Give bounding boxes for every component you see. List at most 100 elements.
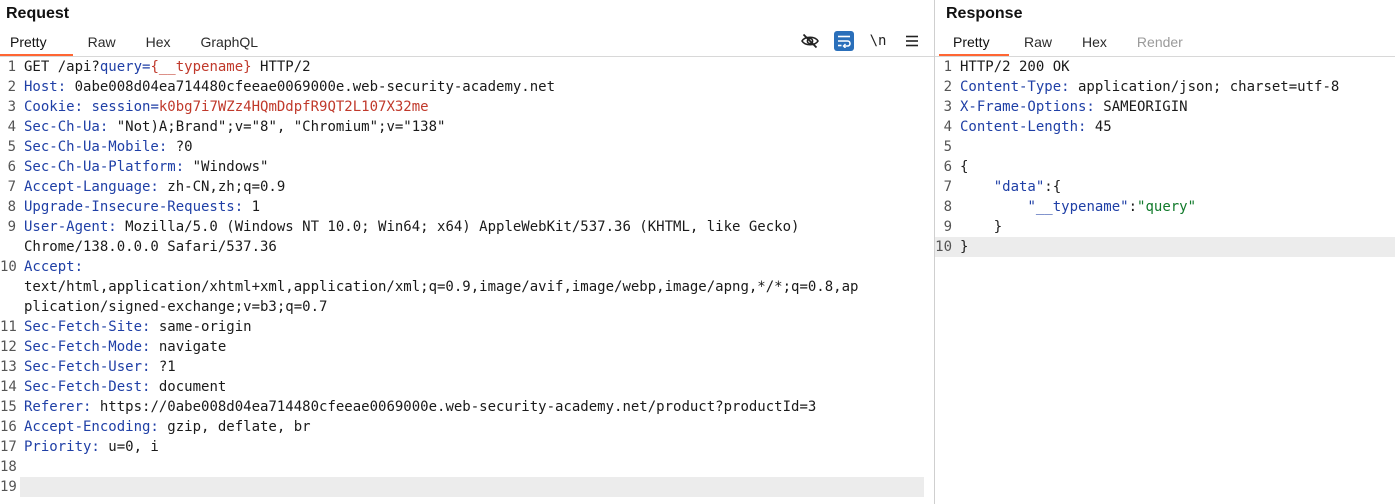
line-number: 8 <box>943 199 952 215</box>
response-tab-render[interactable]: Render <box>1122 28 1198 56</box>
eye-slash-icon[interactable] <box>800 31 820 51</box>
header-key: Accept: <box>24 259 84 275</box>
header-value: text/html,application/xhtml+xml,applicat… <box>24 279 859 295</box>
http-version: HTTP/2 <box>251 59 311 75</box>
json-brace: } <box>960 219 1003 235</box>
request-line: 7 Accept-Language: zh-CN,zh;q=0.9 <box>0 177 934 197</box>
json-key: "__typename" <box>1027 199 1129 215</box>
response-line: 5 <box>935 137 1395 157</box>
header-value: u=0, i <box>99 439 159 455</box>
line-number: 3 <box>7 99 16 115</box>
header-key: Host: <box>24 79 67 95</box>
header-key: Accept-Encoding: <box>24 419 159 435</box>
header-value: navigate <box>150 339 227 355</box>
response-tab-raw[interactable]: Raw <box>1009 28 1067 56</box>
header-value-continued: Chrome/138.0.0.0 Safari/537.36 <box>24 239 277 255</box>
line-number: 5 <box>943 139 952 155</box>
request-panel: Request Pretty Raw Hex GraphQL \n 1 GET … <box>0 0 935 504</box>
line-number: 9 <box>7 219 16 235</box>
line-number: 14 <box>0 379 17 395</box>
request-line: 17 Priority: u=0, i <box>0 437 934 457</box>
query-param-value: {__typename} <box>150 59 252 75</box>
hamburger-menu-icon[interactable] <box>902 31 922 51</box>
response-title: Response <box>946 5 1023 22</box>
request-tab-graphql[interactable]: GraphQL <box>186 28 274 56</box>
json-brace: { <box>960 159 969 175</box>
response-line: 7 "data":{ <box>935 177 1395 197</box>
request-editor[interactable]: 1 GET /api?query={__typename} HTTP/2 2 H… <box>0 57 934 504</box>
line-number: 5 <box>7 139 16 155</box>
request-toolbar: \n <box>800 30 922 52</box>
header-value: document <box>150 379 227 395</box>
request-line: 15 Referer: https://0abe008d04ea714480cf… <box>0 397 934 417</box>
request-line: 16 Accept-Encoding: gzip, deflate, br <box>0 417 934 437</box>
header-key: Sec-Ch-Ua: <box>24 119 109 135</box>
response-line: 6 { <box>935 157 1395 177</box>
line-number: 18 <box>0 459 17 475</box>
response-line: 9 } <box>935 217 1395 237</box>
header-key: Referer: <box>24 399 92 415</box>
request-tab-pretty[interactable]: Pretty <box>0 28 73 56</box>
line-number: 13 <box>0 359 17 375</box>
request-line: 11 Sec-Fetch-Site: same-origin <box>0 317 934 337</box>
header-key: Sec-Fetch-Mode: <box>24 339 151 355</box>
request-line-continuation: text/html,application/xhtml+xml,applicat… <box>0 277 934 297</box>
burp-repeater-view: Request Pretty Raw Hex GraphQL \n 1 GET … <box>0 0 1395 504</box>
line-number: 8 <box>7 199 16 215</box>
request-line: 18 <box>0 457 934 477</box>
header-value: zh-CN,zh;q=0.9 <box>158 179 286 195</box>
header-value: "Windows" <box>184 159 269 175</box>
header-key: Content-Length: <box>960 119 1087 135</box>
line-number: 1 <box>7 59 16 75</box>
line-number: 15 <box>0 399 17 415</box>
request-line: 13 Sec-Fetch-User: ?1 <box>0 357 934 377</box>
line-number: 2 <box>7 79 16 95</box>
response-tabbar: Pretty Raw Hex Render <box>935 28 1395 57</box>
line-number: 11 <box>0 319 17 335</box>
line-number: 10 <box>0 259 17 275</box>
header-value: "Not)A;Brand";v="8", "Chromium";v="138" <box>108 119 446 135</box>
word-wrap-icon[interactable] <box>834 31 854 51</box>
request-tab-raw[interactable]: Raw <box>73 28 131 56</box>
status-line: HTTP/2 200 OK <box>960 59 1070 75</box>
request-line: 8 Upgrade-Insecure-Requests: 1 <box>0 197 934 217</box>
header-key: Content-Type: <box>960 79 1070 95</box>
header-key: Upgrade-Insecure-Requests: <box>24 199 244 215</box>
header-key: Sec-Ch-Ua-Platform: <box>24 159 185 175</box>
line-number: 10 <box>935 239 952 255</box>
line-number: 1 <box>943 59 952 75</box>
header-value: 45 <box>1086 119 1112 135</box>
response-line-caret: 10 } <box>935 237 1395 257</box>
line-number: 2 <box>943 79 952 95</box>
response-editor[interactable]: 1 HTTP/2 200 OK 2 Content-Type: applicat… <box>935 57 1395 504</box>
header-key: Sec-Ch-Ua-Mobile: <box>24 139 168 155</box>
request-tab-hex[interactable]: Hex <box>131 28 186 56</box>
newline-toggle-label: \n <box>869 33 887 49</box>
header-value: Mozilla/5.0 (Windows NT 10.0; Win64; x64… <box>116 219 800 235</box>
header-key: User-Agent: <box>24 219 117 235</box>
request-line-continuation: Chrome/138.0.0.0 Safari/537.36 <box>0 237 934 257</box>
request-line: 3 Cookie: session=k0bg7i7WZz4HQmDdpfR9QT… <box>0 97 934 117</box>
line-number: 19 <box>0 479 17 495</box>
response-tab-hex[interactable]: Hex <box>1067 28 1122 56</box>
response-line: 4 Content-Length: 45 <box>935 117 1395 137</box>
line-number: 4 <box>7 119 16 135</box>
line-number: 4 <box>943 119 952 135</box>
line-number: 7 <box>7 179 16 195</box>
header-value-continued: plication/signed-exchange;v=b3;q=0.7 <box>24 299 328 315</box>
header-value: same-origin <box>150 319 252 335</box>
request-line: 12 Sec-Fetch-Mode: navigate <box>0 337 934 357</box>
line-number: 17 <box>0 439 17 455</box>
header-value: SAMEORIGIN <box>1094 99 1188 115</box>
header-value: ?1 <box>150 359 176 375</box>
cookie-name: session= <box>83 99 159 115</box>
request-line-continuation: plication/signed-exchange;v=b3;q=0.7 <box>0 297 934 317</box>
response-line: 3 X-Frame-Options: SAMEORIGIN <box>935 97 1395 117</box>
response-panel: Response Pretty Raw Hex Render 1 HTTP/2 … <box>935 0 1395 504</box>
response-tab-pretty[interactable]: Pretty <box>939 28 1009 56</box>
request-method-path: GET /api? <box>24 59 100 75</box>
header-value: gzip, deflate, br <box>158 419 311 435</box>
request-line: 4 Sec-Ch-Ua: "Not)A;Brand";v="8", "Chrom… <box>0 117 934 137</box>
newline-toggle-icon[interactable]: \n <box>868 31 888 51</box>
header-key: Priority: <box>24 439 100 455</box>
